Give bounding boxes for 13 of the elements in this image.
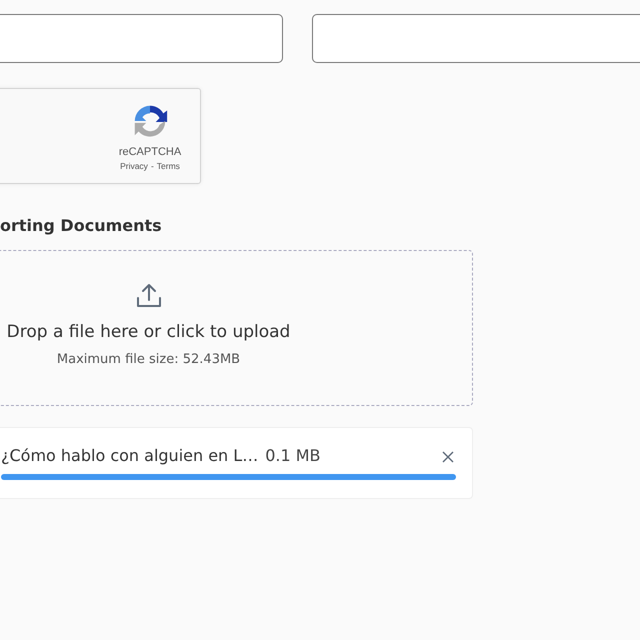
section-heading: orting Documents bbox=[0, 216, 162, 235]
captcha-link[interactable]: Privacy bbox=[120, 161, 148, 171]
close-icon bbox=[442, 450, 454, 462]
captcha-brand: reCAPTCHA bbox=[118, 146, 182, 158]
input-field[interactable] bbox=[312, 14, 640, 63]
dropzone-title: Drop a file here or click to upload bbox=[6, 322, 290, 342]
dropzone-hint: Maximum file size: 52.43MB bbox=[56, 352, 240, 367]
file-name: ¿Cómo hablo con alguien en L… bbox=[1, 446, 258, 465]
separator: - bbox=[150, 161, 154, 171]
captcha-link[interactable]: Terms bbox=[156, 161, 180, 171]
upload-dropzone[interactable]: Drop a file here or click to upload Maximum file size: 52.43MB bbox=[0, 250, 473, 406]
upload-icon bbox=[134, 282, 162, 310]
file-size: 0.1 MB bbox=[265, 446, 321, 465]
